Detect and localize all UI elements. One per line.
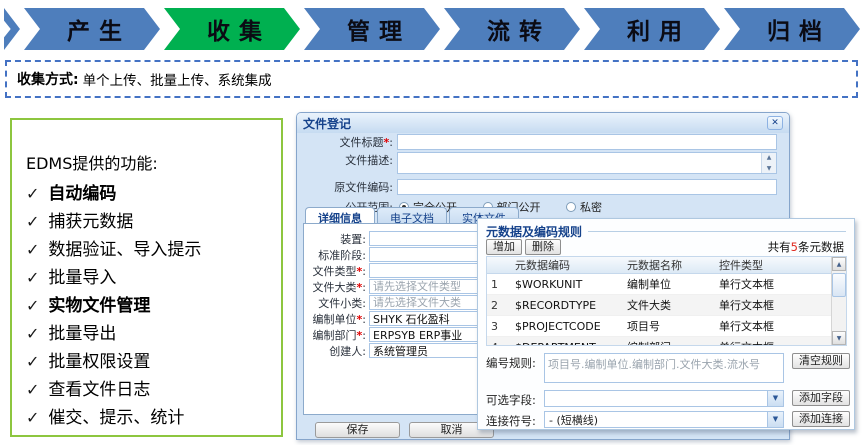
feature-item: ✓批量权限设置 bbox=[26, 348, 281, 376]
collect-method-box: 收集方式: 单个上传、批量上传、系统集成 bbox=[5, 60, 858, 98]
device-label: 装置: bbox=[304, 231, 366, 247]
col-metadata-code: 元数据编码 bbox=[511, 257, 623, 273]
dialog-title: 文件登记 bbox=[303, 115, 351, 132]
optional-field-label: 可选字段: bbox=[486, 390, 544, 408]
flow-step-circulate: 流转 bbox=[444, 8, 580, 50]
flow-step-generate: 产生 bbox=[24, 8, 160, 50]
chevron-down-icon[interactable]: ▼ bbox=[767, 391, 783, 406]
metadata-panel-header: 元数据及编码规则 bbox=[486, 223, 846, 240]
scroll-up-icon[interactable]: ▲ bbox=[832, 257, 846, 271]
textarea-scrollbar[interactable]: ▲ ▼ bbox=[761, 153, 776, 173]
title-input[interactable] bbox=[397, 134, 777, 150]
compile-unit-label: 编制单位*: bbox=[304, 311, 366, 327]
metadata-table: 元数据编码 元数据名称 控件类型 1$WORKUNIT编制单位单行文本框 2$R… bbox=[486, 256, 847, 346]
scroll-down-icon[interactable]: ▼ bbox=[832, 331, 846, 345]
scrollbar-thumb[interactable] bbox=[832, 273, 846, 297]
features-title: EDMS提供的功能: bbox=[26, 150, 281, 174]
table-row[interactable]: 2$RECORDTYPE文件大类单行文本框 bbox=[487, 295, 846, 316]
field-row-original-code: 原文件编码: bbox=[301, 179, 777, 195]
numbering-rule-label: 编号规则: bbox=[486, 353, 544, 383]
process-flow: 产生 收集 管理 流转 利用 归档 bbox=[4, 8, 860, 50]
collect-method-text: 单个上传、批量上传、系统集成 bbox=[83, 69, 272, 89]
original-code-label: 原文件编码: bbox=[301, 179, 393, 195]
features-list: ✓自动编码 ✓捕获元数据 ✓数据验证、导入提示 ✓批量导入 ✓实物文件管理 ✓批… bbox=[26, 180, 281, 432]
file-type-label: 文件类型*: bbox=[304, 263, 366, 279]
feature-item: ✓捕获元数据 bbox=[26, 208, 281, 236]
flow-start-fragment bbox=[4, 8, 20, 50]
chevron-down-icon[interactable]: ▼ bbox=[767, 412, 783, 427]
divider bbox=[588, 231, 846, 232]
metadata-panel-title: 元数据及编码规则 bbox=[486, 223, 582, 240]
feature-item: ✓批量导入 bbox=[26, 264, 281, 292]
metadata-count: 共有5条元数据 bbox=[768, 239, 844, 255]
title-label: 文件标题*: bbox=[301, 134, 393, 150]
scroll-down-icon[interactable]: ▼ bbox=[767, 165, 772, 172]
connector-label: 连接符号: bbox=[486, 411, 544, 429]
dialog-titlebar: 文件登记 ✕ bbox=[297, 113, 789, 133]
connector-select[interactable]: - (短横线) ▼ bbox=[544, 411, 784, 428]
features-box: EDMS提供的功能: ✓自动编码 ✓捕获元数据 ✓数据验证、导入提示 ✓批量导入… bbox=[10, 118, 283, 437]
check-icon: ✓ bbox=[26, 324, 39, 343]
feature-item: ✓查看文件日志 bbox=[26, 376, 281, 404]
check-icon: ✓ bbox=[26, 268, 39, 287]
flow-step-archive: 归档 bbox=[724, 8, 860, 50]
description-input[interactable] bbox=[398, 153, 761, 173]
feature-item: ✓数据验证、导入提示 bbox=[26, 236, 281, 264]
creator-label: 创建人: bbox=[304, 343, 366, 359]
save-button[interactable]: 保存 bbox=[315, 422, 400, 438]
description-label: 文件描述: bbox=[301, 152, 393, 168]
delete-metadata-button[interactable]: 删除 bbox=[525, 239, 561, 255]
original-code-input[interactable] bbox=[397, 179, 777, 195]
page: 产生 收集 管理 流转 利用 归档 收集方式: 单个上传、批量上传、系统集成 E… bbox=[0, 0, 866, 445]
standard-phase-label: 标准阶段: bbox=[304, 247, 366, 263]
tab-detail-info[interactable]: 详细信息 bbox=[305, 207, 375, 224]
table-scrollbar[interactable]: ▲ ▼ bbox=[831, 257, 846, 345]
metadata-toolbar: 增加 删除 共有5条元数据 bbox=[486, 239, 844, 255]
collect-method-label: 收集方式: bbox=[17, 69, 79, 89]
field-row-description: 文件描述: ▲ ▼ bbox=[301, 152, 777, 174]
connector-row: 连接符号: - (短横线) ▼ 添加连接 bbox=[486, 411, 853, 429]
tab-electronic-doc[interactable]: 电子文档 bbox=[377, 207, 447, 224]
dialog-button-bar: 保存 取消 bbox=[315, 422, 494, 438]
clear-rule-button[interactable]: 清空规则 bbox=[792, 353, 850, 369]
table-row[interactable]: 1$WORKUNIT编制单位单行文本框 bbox=[487, 274, 846, 295]
check-icon: ✓ bbox=[26, 296, 39, 315]
add-metadata-button[interactable]: 增加 bbox=[486, 239, 522, 255]
feature-item: ✓自动编码 bbox=[26, 180, 281, 208]
add-connector-button[interactable]: 添加连接 bbox=[792, 411, 850, 427]
radio-icon bbox=[566, 202, 576, 212]
check-icon: ✓ bbox=[26, 380, 39, 399]
optional-field-select[interactable]: ▼ bbox=[544, 390, 784, 407]
numbering-rule-row: 编号规则: 清空规则 bbox=[486, 353, 853, 383]
field-row-title: 文件标题*: bbox=[301, 134, 777, 150]
check-icon: ✓ bbox=[26, 240, 39, 259]
table-row[interactable]: 3$PROJECTCODE项目号单行文本框 bbox=[487, 316, 846, 337]
file-category-label: 文件大类*: bbox=[304, 279, 366, 295]
compile-department-label: 编制部门*: bbox=[304, 327, 366, 343]
check-icon: ✓ bbox=[26, 184, 39, 203]
radio-private[interactable]: 私密 bbox=[566, 201, 602, 214]
feature-item: ✓实物文件管理 bbox=[26, 292, 281, 320]
feature-item: ✓批量导出 bbox=[26, 320, 281, 348]
close-icon[interactable]: ✕ bbox=[767, 116, 783, 130]
table-row[interactable]: 4$DEPARTMENT编制部门单行文本框 bbox=[487, 337, 846, 346]
flow-step-collect: 收集 bbox=[164, 8, 300, 50]
file-subcategory-label: 文件小类: bbox=[304, 295, 366, 311]
metadata-rules-panel: 元数据及编码规则 增加 删除 共有5条元数据 元数据编码 元数据名称 控件类型 … bbox=[477, 218, 855, 430]
flow-step-manage: 管理 bbox=[304, 8, 440, 50]
check-icon: ✓ bbox=[26, 408, 39, 427]
flow-step-use: 利用 bbox=[584, 8, 720, 50]
metadata-table-header: 元数据编码 元数据名称 控件类型 bbox=[487, 257, 846, 274]
feature-item: ✓催交、提示、统计 bbox=[26, 404, 281, 432]
check-icon: ✓ bbox=[26, 212, 39, 231]
scroll-up-icon[interactable]: ▲ bbox=[767, 154, 772, 161]
add-field-button[interactable]: 添加字段 bbox=[792, 390, 850, 406]
col-metadata-name: 元数据名称 bbox=[623, 257, 715, 273]
check-icon: ✓ bbox=[26, 352, 39, 371]
col-control-type: 控件类型 bbox=[715, 257, 813, 273]
numbering-rule-input[interactable] bbox=[548, 356, 780, 380]
optional-field-row: 可选字段: ▼ 添加字段 bbox=[486, 390, 853, 408]
